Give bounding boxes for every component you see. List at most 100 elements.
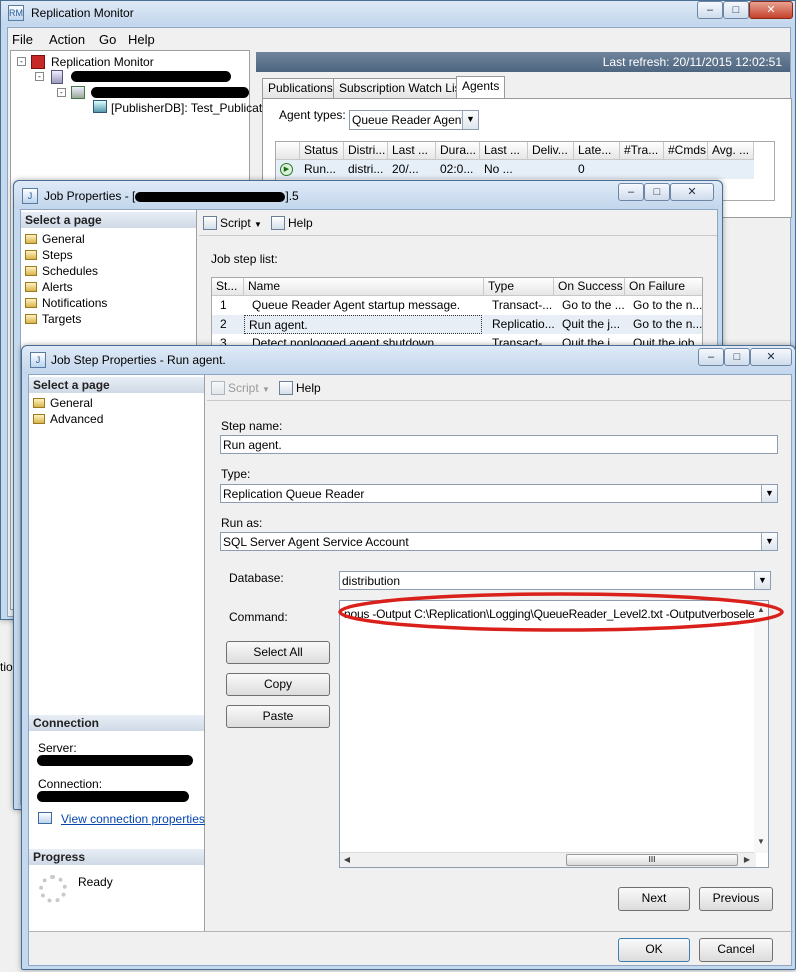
connection-label: Connection: [38, 777, 103, 791]
view-connection-properties-link[interactable]: View connection properties [61, 812, 205, 826]
tab-subscription-watch-list[interactable]: Subscription Watch List [333, 78, 470, 98]
script-button[interactable]: Script ▼ [211, 381, 270, 395]
chevron-down-icon: ▼ [754, 572, 770, 589]
tree-publication-label[interactable]: [PublisherDB]: Test_Publicati [111, 101, 265, 115]
help-button[interactable]: Help [279, 381, 321, 395]
job-page-label: Alerts [42, 280, 73, 294]
job-step-titlebar[interactable]: J Job Step Properties - Run agent. – □ ✕ [22, 346, 795, 374]
select-all-button[interactable]: Select All [226, 641, 330, 664]
grid-header-status-icon [276, 142, 300, 160]
step-page-advanced[interactable]: Advanced [33, 412, 103, 426]
paste-button[interactable]: Paste [226, 705, 330, 728]
tree-expand-icon[interactable]: - [57, 88, 66, 97]
chevron-down-icon[interactable]: ▼ [254, 220, 262, 229]
menu-help[interactable]: Help [128, 32, 155, 47]
step-page-general[interactable]: General [33, 396, 93, 410]
help-label: Help [296, 381, 321, 395]
help-icon [271, 216, 285, 230]
grid-header[interactable]: Dura... [436, 142, 480, 160]
horizontal-scrollbar[interactable]: ◀ III ▶ [340, 852, 756, 867]
replication-monitor-titlebar[interactable]: RM Replication Monitor – □ ✕ [1, 1, 795, 25]
database-label: Database: [229, 571, 284, 585]
grid-header[interactable]: Last ... [480, 142, 528, 160]
minimize-button[interactable]: – [698, 348, 724, 366]
close-button[interactable]: ✕ [750, 348, 792, 366]
job-page-steps[interactable]: Steps [25, 248, 73, 262]
cancel-button[interactable]: Cancel [699, 938, 773, 962]
job-step-row[interactable]: 1 Queue Reader Agent startup message. Tr… [212, 296, 702, 315]
help-icon [279, 381, 293, 395]
agent-row[interactable]: ▶ Run... distri... 20/... 02:0... No ...… [276, 160, 754, 179]
minimize-button[interactable]: – [618, 183, 644, 201]
step-grid-header[interactable]: St... [212, 278, 244, 296]
tab-agents[interactable]: Agents [456, 76, 506, 98]
type-select[interactable]: Replication Queue Reader ▼ [220, 484, 778, 503]
agent-types-select[interactable]: Queue Reader Agent ▼ [349, 110, 479, 130]
run-as-select[interactable]: SQL Server Agent Service Account ▼ [220, 532, 778, 551]
scroll-right-icon[interactable]: ▶ [740, 853, 754, 867]
previous-button[interactable]: Previous [699, 887, 773, 911]
agent-cell: distri... [348, 162, 384, 176]
grid-header[interactable]: #Tra... [620, 142, 664, 160]
job-page-general[interactable]: General [25, 232, 85, 246]
job-step-icon: J [30, 352, 46, 368]
job-page-targets[interactable]: Targets [25, 312, 81, 326]
menu-file[interactable]: File [12, 32, 33, 47]
step-cell: Go to the n... [633, 317, 703, 331]
grid-header[interactable]: #Cmds [664, 142, 708, 160]
minimize-button[interactable]: – [697, 1, 723, 19]
grid-header[interactable]: Deliv... [528, 142, 574, 160]
job-properties-titlebar[interactable]: J Job Properties - [].5 – □ ✕ [14, 181, 722, 209]
vertical-scrollbar[interactable]: ▲ ▼ [754, 601, 768, 853]
horizontal-scroll-thumb[interactable]: III [566, 854, 738, 866]
chevron-down-icon[interactable]: ▼ [262, 385, 270, 394]
menu-go[interactable]: Go [99, 32, 116, 47]
tree-root-label[interactable]: Replication Monitor [51, 55, 154, 69]
job-page-alerts[interactable]: Alerts [25, 280, 73, 294]
grid-header[interactable]: Late... [574, 142, 620, 160]
dialog-footer-divider [29, 931, 793, 932]
command-textarea[interactable]: nous -Output C:\Replication\Logging\Queu… [339, 600, 769, 868]
step-grid-header[interactable]: Name [244, 278, 484, 296]
job-page-schedules[interactable]: Schedules [25, 264, 98, 278]
step-grid-header[interactable]: On Success [554, 278, 625, 296]
step-grid-header[interactable]: Type [484, 278, 554, 296]
maximize-button[interactable]: □ [724, 348, 750, 366]
maximize-button[interactable]: □ [644, 183, 670, 201]
job-page-notifications[interactable]: Notifications [25, 296, 107, 310]
script-label: Script [220, 216, 251, 230]
step-page-selector: Select a page General Advanced Connectio… [29, 375, 205, 931]
publication-icon [93, 100, 107, 113]
run-as-value: SQL Server Agent Service Account [223, 535, 409, 549]
script-button[interactable]: Script ▼ [203, 216, 262, 230]
ok-button[interactable]: OK [618, 938, 690, 962]
tree-expand-icon[interactable]: - [35, 72, 44, 81]
script-label: Script [228, 381, 259, 395]
step-cell: Run agent. [244, 315, 482, 334]
grid-header[interactable]: Distri... [344, 142, 388, 160]
grid-header[interactable]: Status [300, 142, 344, 160]
grid-header[interactable]: Last ... [388, 142, 436, 160]
job-step-row-selected[interactable]: 2 Run agent. Replicatio... Quit the j...… [212, 315, 703, 334]
close-button[interactable]: ✕ [670, 183, 714, 201]
tab-publications[interactable]: Publications [262, 78, 339, 98]
menu-action[interactable]: Action [49, 32, 85, 47]
scroll-down-icon[interactable]: ▼ [754, 835, 768, 849]
job-step-list-label: Job step list: [211, 252, 278, 266]
highlight-ellipse [338, 592, 784, 632]
progress-header: Progress [29, 849, 204, 865]
next-button[interactable]: Next [618, 887, 690, 911]
close-button[interactable]: ✕ [749, 1, 793, 19]
copy-button[interactable]: Copy [226, 673, 330, 696]
step-toolbar: Script ▼ Help [207, 375, 791, 401]
grid-header[interactable]: Avg. ... [708, 142, 754, 160]
step-name-input[interactable]: Run agent. [220, 435, 778, 454]
maximize-button[interactable]: □ [723, 1, 749, 19]
database-select[interactable]: distribution ▼ [339, 571, 771, 590]
agent-cell: No ... [484, 162, 513, 176]
step-cell: Go to the ... [562, 298, 625, 312]
scroll-left-icon[interactable]: ◀ [340, 853, 354, 867]
step-grid-header[interactable]: On Failure [625, 278, 702, 296]
tree-expand-icon[interactable]: - [17, 57, 26, 66]
help-button[interactable]: Help [271, 216, 313, 230]
